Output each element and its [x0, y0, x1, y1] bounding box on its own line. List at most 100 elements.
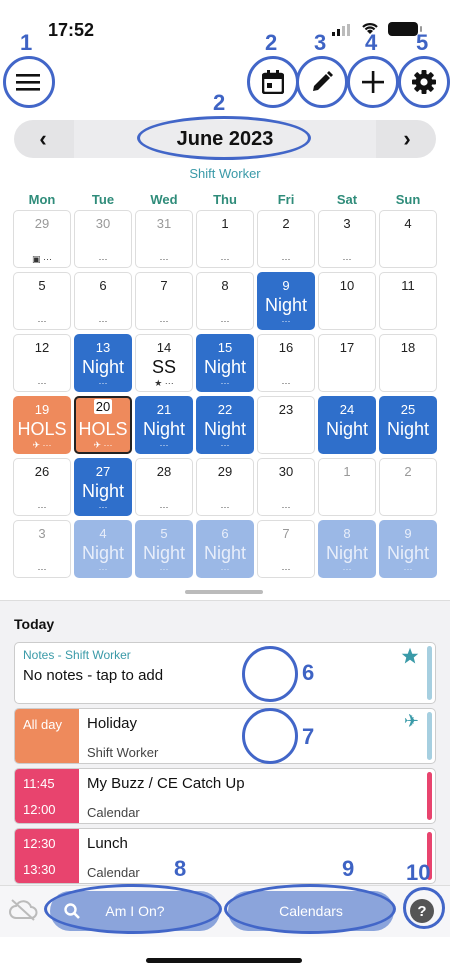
event-card[interactable]: 11:45 12:00 My Buzz / CE Catch Up Calendar	[14, 768, 436, 824]
day-cell[interactable]: 15 Night ···	[196, 334, 254, 392]
day-cell[interactable]: 8 ···	[196, 272, 254, 330]
day-number: 30	[95, 216, 111, 231]
day-number: 1	[221, 216, 229, 231]
day-cell[interactable]: 28 ···	[135, 458, 193, 516]
day-cell[interactable]: 16 ···	[257, 334, 315, 392]
month-title-button[interactable]: June 2023	[74, 120, 376, 158]
previous-month-button[interactable]: ‹	[14, 120, 72, 158]
event-card[interactable]: 12:30 13:30 Lunch Calendar	[14, 828, 436, 884]
day-cell[interactable]: 2 ···	[257, 210, 315, 268]
plane-icon: ✈	[403, 711, 419, 731]
day-cell[interactable]: 5 ···	[13, 272, 71, 330]
day-number: 25	[400, 402, 416, 417]
event-indicator: ···	[220, 502, 230, 512]
day-cell[interactable]: 31 ···	[135, 210, 193, 268]
day-cell[interactable]: 14 SS ★ ···	[135, 334, 193, 392]
next-month-button[interactable]: ›	[378, 120, 436, 158]
event-indicator: ···	[37, 502, 47, 512]
day-cell[interactable]: 3 ···	[13, 520, 71, 578]
day-number: 6	[221, 526, 229, 541]
day-number: 29	[217, 464, 233, 479]
plus-icon	[362, 71, 384, 93]
event-start-time: 11:45	[23, 776, 55, 791]
event-time-box: 11:45 12:00	[15, 769, 79, 823]
annotation-number: 2	[213, 90, 226, 115]
day-number: 9	[282, 278, 290, 293]
day-cell[interactable]: 9 Night ···	[257, 272, 315, 330]
day-number: 5	[160, 526, 168, 541]
day-cell[interactable]: 11	[379, 272, 437, 330]
event-indicator: ★ ···	[154, 378, 174, 388]
day-number: 31	[156, 216, 172, 231]
day-cell[interactable]: 30 ···	[257, 458, 315, 516]
day-cell[interactable]: 18	[379, 334, 437, 392]
day-cell[interactable]: 25 Night	[379, 396, 437, 454]
day-cell[interactable]: 3 ···	[318, 210, 376, 268]
day-cell[interactable]: 19 HOLS ✈ ···	[13, 396, 71, 454]
cloud-off-icon[interactable]	[8, 898, 38, 922]
today-heading: Today	[14, 616, 55, 632]
event-card[interactable]: All day Holiday Shift Worker ✈	[14, 708, 436, 764]
day-cell[interactable]: 4 Night ···	[74, 520, 132, 578]
day-cell[interactable]: 26 ···	[13, 458, 71, 516]
event-indicator: ···	[281, 316, 291, 326]
star-icon[interactable]	[401, 647, 419, 665]
day-cell[interactable]: 27 Night ···	[74, 458, 132, 516]
day-cell[interactable]: 20 HOLS ✈ ···	[74, 396, 132, 454]
day-cell[interactable]: 29 ▣ ···	[13, 210, 71, 268]
day-cell[interactable]: 30 ···	[74, 210, 132, 268]
shift-label: HOLS	[78, 419, 128, 439]
day-cell[interactable]: 6 Night ···	[196, 520, 254, 578]
weekday-header: Sat	[336, 192, 358, 207]
add-button[interactable]	[355, 64, 391, 100]
day-number: 18	[400, 340, 416, 355]
day-cell[interactable]: 2	[379, 458, 437, 516]
shift-label: Night	[203, 419, 247, 439]
day-cell[interactable]: 7 ···	[257, 520, 315, 578]
weekday-header: Sun	[395, 192, 421, 207]
day-cell[interactable]: 6 ···	[74, 272, 132, 330]
day-cell[interactable]: 1	[318, 458, 376, 516]
event-indicator: ···	[342, 254, 352, 264]
day-cell[interactable]: 24 Night	[318, 396, 376, 454]
annotation-number: 5	[416, 30, 429, 55]
calendars-button[interactable]: Calendars	[228, 891, 394, 931]
day-number: 20	[94, 399, 112, 414]
drag-handle[interactable]	[185, 590, 263, 594]
edit-button[interactable]	[304, 64, 340, 100]
day-cell[interactable]: 23	[257, 396, 315, 454]
day-cell[interactable]: 1 ···	[196, 210, 254, 268]
event-indicator: ···	[37, 564, 47, 574]
day-number: 2	[282, 216, 290, 231]
notes-card[interactable]: Notes - Shift Worker No notes - tap to a…	[14, 642, 436, 704]
event-indicator: ···	[342, 564, 352, 574]
day-number: 8	[343, 526, 351, 541]
day-number: 2	[404, 464, 412, 479]
day-cell[interactable]: 5 Night ···	[135, 520, 193, 578]
day-number: 3	[343, 216, 351, 231]
event-indicator: ···	[220, 378, 230, 388]
today-calendar-button[interactable]	[255, 64, 291, 100]
day-cell[interactable]: 7 ···	[135, 272, 193, 330]
day-number: 12	[34, 340, 50, 355]
help-button[interactable]: ?	[410, 899, 434, 923]
event-indicator: ···	[281, 564, 291, 574]
day-cell[interactable]: 9 Night ···	[379, 520, 437, 578]
weekday-header: Thu	[213, 192, 237, 207]
shift-label: HOLS	[17, 419, 67, 439]
day-cell[interactable]: 17	[318, 334, 376, 392]
am-i-on-search-button[interactable]: Am I On?	[50, 891, 220, 931]
menu-button[interactable]	[10, 64, 46, 100]
day-cell[interactable]: 4	[379, 210, 437, 268]
day-cell[interactable]: 12 ···	[13, 334, 71, 392]
day-cell[interactable]: 8 Night ···	[318, 520, 376, 578]
search-button-label: Am I On?	[105, 903, 165, 919]
clock: 17:52	[48, 20, 95, 40]
day-cell[interactable]: 10	[318, 272, 376, 330]
shift-label: Night	[81, 481, 125, 501]
day-cell[interactable]: 21 Night ···	[135, 396, 193, 454]
day-cell[interactable]: 29 ···	[196, 458, 254, 516]
settings-button[interactable]	[406, 64, 442, 100]
day-cell[interactable]: 13 Night ···	[74, 334, 132, 392]
day-cell[interactable]: 22 Night ···	[196, 396, 254, 454]
